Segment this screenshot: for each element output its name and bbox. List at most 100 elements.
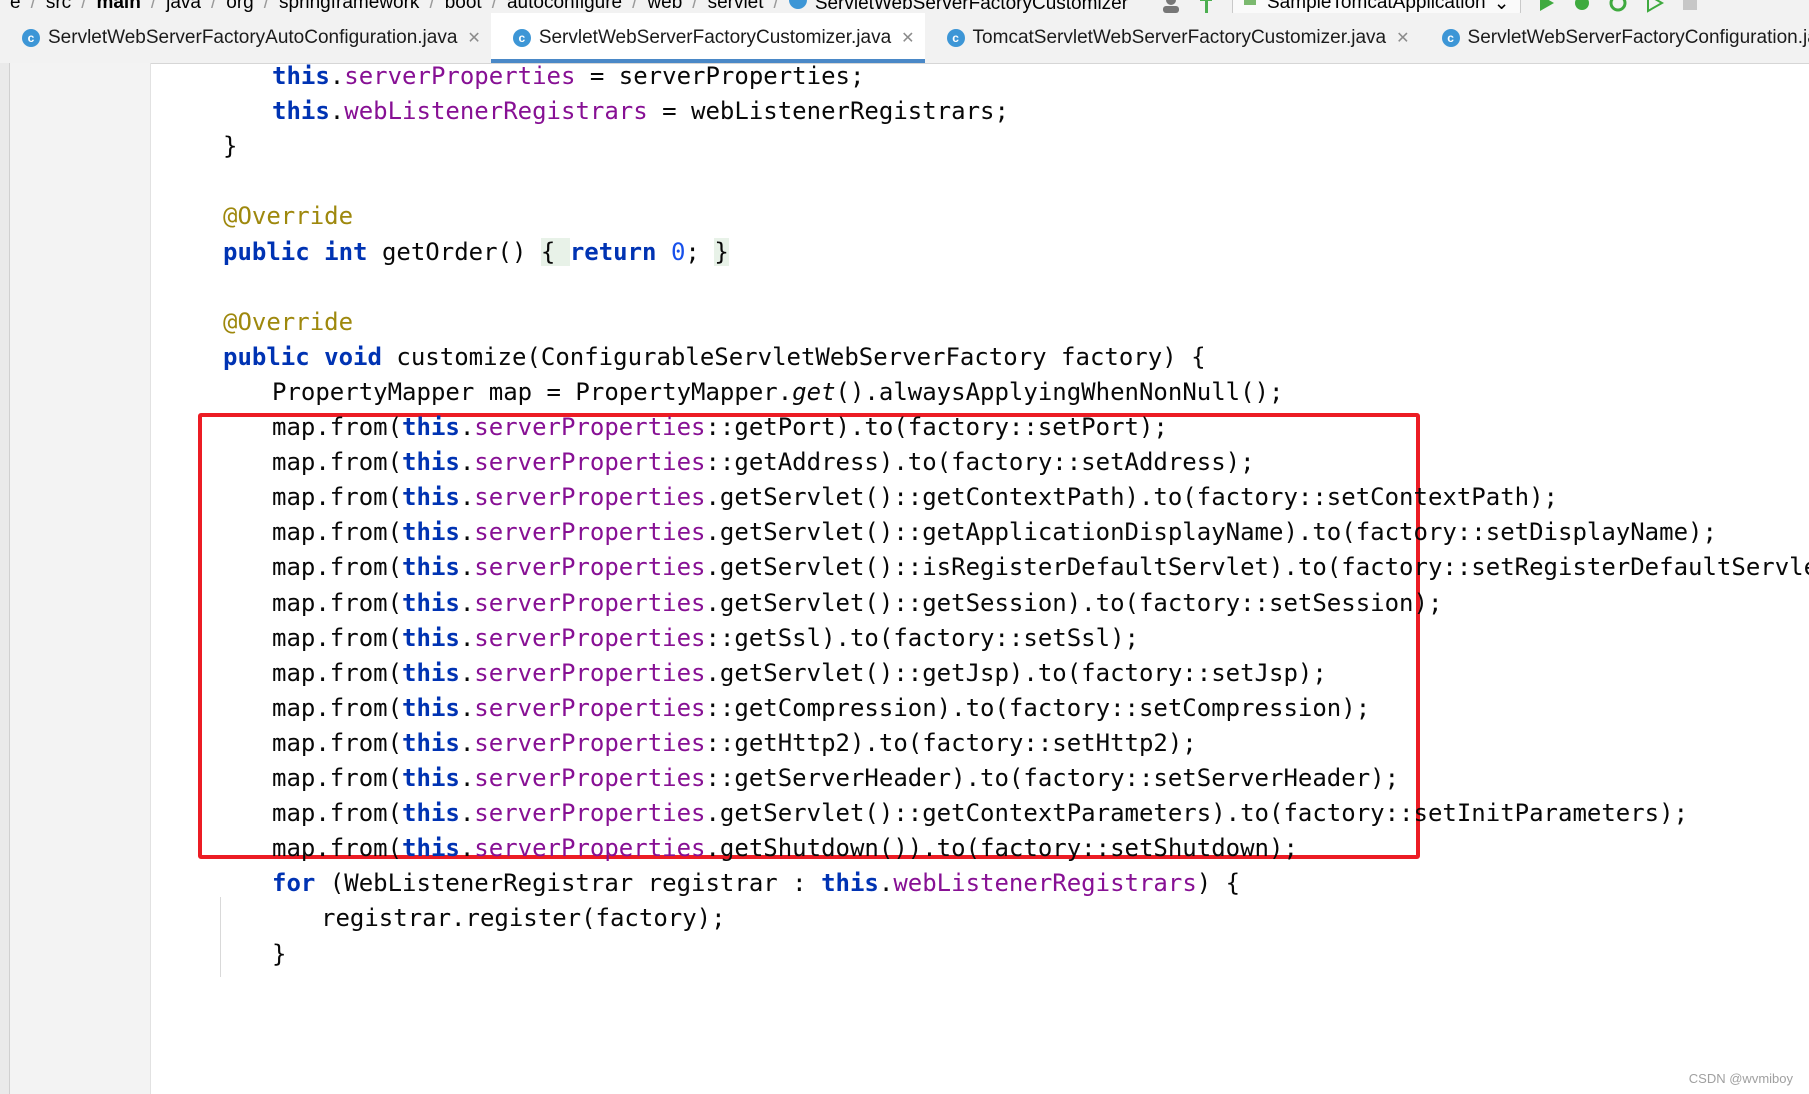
code-token: serverProperties: [474, 834, 706, 863]
code-token: .: [459, 693, 475, 722]
code-token: this: [272, 97, 330, 126]
breadcrumb-label: src: [45, 0, 72, 13]
code-line[interactable]: 56@Override: [150, 196, 1809, 236]
code-line[interactable]: 57Ipublic int getOrder() { return 0; }: [150, 232, 1809, 272]
code-line[interactable]: 77for (WebListenerRegistrar registrar : …: [150, 863, 1809, 903]
breadcrumb-item[interactable]: e: [0, 0, 31, 13]
code-token: map.from(: [272, 483, 403, 512]
code-line[interactable]: 76map.from(this.serverProperties.getShut…: [150, 828, 1809, 868]
breadcrumb-item[interactable]: web: [637, 0, 692, 13]
editor-tab[interactable]: c ServletWebServerFactoryAutoConfiguratio…: [0, 13, 491, 63]
code-text: @Override: [223, 302, 353, 342]
close-icon[interactable]: ✕: [1396, 28, 1409, 48]
code-line[interactable]: 78registrar.register(factory);: [150, 898, 1809, 938]
code-line[interactable]: 64map.from(this.serverProperties::getPor…: [150, 407, 1809, 447]
breadcrumb-item[interactable]: src: [36, 0, 81, 13]
editor-gutter: [10, 63, 151, 1094]
chevron-down-icon: ⌄: [1493, 0, 1510, 13]
code-token: .: [459, 413, 475, 441]
code-line[interactable]: 60: [150, 267, 1809, 307]
code-line[interactable]: 70map.from(this.serverProperties::getSsl…: [150, 618, 1809, 658]
code-token: @Override: [223, 307, 354, 336]
code-line[interactable]: 65map.from(this.serverProperties::getAdd…: [150, 442, 1809, 482]
code-text: map.from(this.serverProperties.getServle…: [272, 793, 1688, 833]
user-icon[interactable]: [1160, 0, 1182, 13]
watermark: CSDN @wvmiboy: [1688, 1071, 1793, 1086]
close-icon[interactable]: ✕: [467, 28, 480, 48]
code-token: public void: [223, 342, 397, 371]
code-token: .getServlet()::getContextPath).to(factor…: [705, 483, 1558, 512]
code-token: .getServlet()::isRegisterDefaultServlet)…: [705, 553, 1809, 582]
editor-tab[interactable]: c TomcatServletWebServerFactoryCustomizer…: [925, 13, 1420, 63]
tab-label: ServletWebServerFactoryConfiguration.jav…: [1467, 27, 1809, 48]
breadcrumb-item[interactable]: ServletWebServerFactoryCustomizer: [779, 0, 1138, 13]
breadcrumb-item[interactable]: java: [156, 0, 211, 13]
code-token: serverProperties: [474, 764, 706, 792]
code-token: .getServlet()::getSession).to(factory::s…: [705, 588, 1443, 617]
coverage-icon[interactable]: [1607, 0, 1629, 13]
code-text: }: [223, 126, 237, 166]
profile-icon[interactable]: [1643, 0, 1665, 13]
breadcrumb-item[interactable]: springframework: [269, 0, 429, 13]
code-token: customize(ConfigurableServletWebServerFa…: [396, 342, 1206, 371]
code-token: .: [329, 63, 345, 90]
code-line[interactable]: 53this.webListenerRegistrars = webListen…: [150, 91, 1809, 131]
code-line[interactable]: 63PropertyMapper map = PropertyMapper.ge…: [150, 372, 1809, 412]
code-token: serverProperties: [474, 623, 706, 652]
code-token: .getShutdown()).to(factory::setShutdown)…: [705, 834, 1298, 863]
code-token: ::getPort).to(factory::setPort);: [705, 413, 1168, 441]
editor-tab[interactable]: c ServletWebServerFactoryConfiguration.ja…: [1420, 13, 1809, 63]
run-configuration-select[interactable]: SampleTomcatApplication ⌄: [1232, 0, 1521, 13]
code-token: ::getSsl).to(factory::setSsl);: [705, 623, 1139, 652]
breadcrumb-item[interactable]: autoconfigure: [497, 0, 632, 13]
breadcrumb-label: java: [166, 0, 201, 13]
run-config-icon: [1243, 0, 1259, 13]
code-line[interactable]: 73map.from(this.serverProperties::getHtt…: [150, 723, 1809, 763]
code-line[interactable]: 55: [150, 161, 1809, 201]
breadcrumb-item[interactable]: boot: [435, 0, 492, 13]
breadcrumb-item[interactable]: org: [216, 0, 263, 13]
editor-tab[interactable]: c ServletWebServerFactoryCustomizer.java ✕: [490, 13, 925, 63]
code-token: }: [223, 132, 238, 161]
breadcrumb-label: springframework: [279, 0, 420, 13]
breadcrumb-item[interactable]: servlet: [698, 0, 774, 13]
code-line[interactable]: 54}: [150, 126, 1809, 166]
breadcrumb-item[interactable]: main: [86, 0, 150, 13]
code-token: this: [402, 764, 460, 792]
code-token: this: [402, 413, 460, 441]
breadcrumb-label: ServletWebServerFactoryCustomizer: [814, 0, 1129, 13]
code-token: ().alwaysApplyingWhenNonNull();: [835, 377, 1284, 406]
code-line[interactable]: 61@Override: [150, 302, 1809, 342]
code-line[interactable]: 68map.from(this.serverProperties.getServ…: [150, 547, 1809, 587]
code-line[interactable]: 69map.from(this.serverProperties.getServ…: [150, 583, 1809, 623]
code-line[interactable]: 67map.from(this.serverProperties.getServ…: [150, 512, 1809, 552]
code-line[interactable]: 66map.from(this.serverProperties.getServ…: [150, 477, 1809, 517]
stop-icon[interactable]: [1679, 0, 1701, 13]
code-line[interactable]: 74map.from(this.serverProperties::getSer…: [150, 758, 1809, 798]
code-token: PropertyMapper map = PropertyMapper.: [272, 377, 793, 406]
code-token: serverProperties: [474, 518, 706, 547]
code-editor[interactable]: 52this.serverProperties = serverProperti…: [150, 63, 1809, 1094]
code-token: this: [402, 448, 460, 477]
code-token: getOrder(): [381, 237, 541, 266]
debug-icon[interactable]: [1571, 0, 1593, 13]
code-text: map.from(this.serverProperties::getCompr…: [272, 688, 1370, 728]
breadcrumb-label: autoconfigure: [506, 0, 623, 13]
code-token: map.from(: [272, 728, 403, 757]
code-line[interactable]: 62I@public void customize(ConfigurableSe…: [150, 337, 1809, 377]
breadcrumb-label: org: [226, 0, 254, 13]
code-token: {: [540, 237, 570, 266]
code-line[interactable]: 75map.from(this.serverProperties.getServ…: [150, 793, 1809, 833]
code-line[interactable]: 72map.from(this.serverProperties::getCom…: [150, 688, 1809, 728]
run-icon[interactable]: [1535, 0, 1557, 13]
code-text: map.from(this.serverProperties.getServle…: [272, 477, 1558, 517]
build-hammer-icon[interactable]: [1196, 0, 1218, 13]
code-token: get: [792, 377, 836, 406]
code-line[interactable]: 71map.from(this.serverProperties.getServ…: [150, 653, 1809, 693]
code-text: public void customize(ConfigurableServle…: [223, 337, 1206, 377]
code-token: .: [459, 483, 475, 512]
close-icon[interactable]: ✕: [901, 28, 914, 48]
code-token: this: [402, 483, 460, 512]
code-line[interactable]: 79}: [150, 934, 1809, 974]
code-token: .: [878, 869, 894, 898]
